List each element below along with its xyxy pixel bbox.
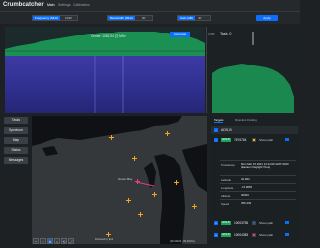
center-frequency-label: Center: 1082.94 [?] MHz [91,34,126,38]
latitude-value: 42.994 [241,176,250,181]
task-plot [208,27,296,113]
rotate-button[interactable]: ⟲ [61,238,67,244]
gain-field[interactable]: Gain (dB) 40 [177,15,211,21]
nav-main[interactable]: Main [47,3,55,7]
longitude-value: -74.9656 [241,184,253,189]
zoom-in-button[interactable]: + [33,238,39,244]
adsb-badge: ADS-B [221,220,231,225]
waterfall-display [5,56,205,113]
collapse-icon[interactable]: − [214,137,218,142]
place-label: Green Bay [118,177,133,181]
path-color-swatch[interactable] [252,232,256,237]
show-path-checkbox[interactable] [285,137,289,142]
plane-icon[interactable] [165,131,170,136]
plane-icon[interactable] [109,135,114,140]
latitude-label: Latitude [221,178,231,182]
detail-row: Speed 356.439 [220,199,296,207]
aircraft-hex: 10004383 [234,232,249,237]
show-path-label: Show path [259,137,274,142]
lake-superior [32,116,182,146]
bandwidth-value[interactable]: 90 [142,16,145,20]
locate-button[interactable]: ⊕ [47,238,53,244]
selected-plane-icon[interactable] [135,179,140,184]
fullscreen-button[interactable]: ⤢ [68,238,74,244]
speed-label: Speed [221,202,230,206]
detail-row: Altitude 30000 [220,191,296,199]
detail-row: Latitude 42.994 [220,175,296,183]
expand-icon[interactable]: + [214,232,218,237]
task-title: Task: 0 [220,32,232,36]
tab-direction-finding[interactable]: Direction Finding [235,117,257,123]
detail-row: Timestamp Mon Mar 15 2021 14:14:09 GMT-0… [220,160,296,175]
altitude-label: Altitude [221,194,231,198]
messages-button[interactable]: Messages [4,157,28,164]
lake-michigan [154,154,185,244]
tasks-button[interactable]: Tasks [4,117,28,124]
radio-controls: Frequency (MHz) 1090 Bandwidth (MHz) 90 … [0,12,300,24]
adsb-badge: ADS-B [221,232,231,237]
plane-icon[interactable] [138,212,143,217]
gain-label: Gain (dB) [178,16,195,20]
plane-icon[interactable] [132,156,137,161]
plane-icon[interactable] [192,204,197,209]
plane-icon[interactable] [152,192,157,197]
expand-icon[interactable]: + [214,220,218,225]
small-lake-west [42,146,58,156]
map-button[interactable]: Map [4,137,28,144]
show-path-checkbox[interactable] [285,232,289,237]
timestamp-value: Mon Mar 15 2021 14:14:09 GMT-0400 (Easte… [241,161,289,169]
plane-icon[interactable] [126,198,131,203]
map-coordinates: (29.34118, -89.40231) [170,240,195,243]
spectrum-button[interactable]: Spectrum [4,127,28,134]
longitude-label: Longitude [221,186,234,190]
zoom-out-button[interactable]: − [40,238,46,244]
aircraft-row[interactable]: + ADS-B 10003755 Show path [211,219,298,226]
adsb-badge: ADS-B [221,137,231,142]
status-button[interactable]: Status [4,147,28,154]
apply-button[interactable]: Apply [256,15,278,21]
nav-calibration[interactable]: Calibration [73,3,90,7]
gain-value[interactable]: 40 [198,16,201,20]
altitude-value: 30000 [241,192,249,197]
detail-row: Longitude -74.9656 [220,183,296,191]
path-color-swatch[interactable] [252,220,256,225]
aircraft-row[interactable]: + ADS-B 10004383 Show path [211,231,298,238]
map-view[interactable]: Green Bay [32,116,207,244]
bandwidth-label: Bandwidth (MHz) [108,16,136,20]
aircraft-hex: 10003755 [234,220,249,225]
tab-targets[interactable]: Targets [214,117,224,123]
path-color-swatch[interactable] [252,137,256,142]
aircraft-row[interactable]: − ADS-B 7676764 Show path [211,136,298,143]
app-title: Crumbcatcher [3,2,44,8]
show-path-checkbox[interactable] [285,220,289,225]
task-trace [212,64,294,113]
bandwidth-field[interactable]: Bandwidth (MHz) 90 [107,15,153,21]
task-side-label: 0.095 [208,33,215,36]
nav-settings[interactable]: Settings [58,3,71,7]
frequency-value[interactable]: 1090 [65,16,72,20]
frequency-label: Frequency (MHz) [33,16,61,20]
top-bar: Crumbcatcher Main Settings Calibration [0,0,300,12]
autoscale-button[interactable]: Autoscale [170,32,190,37]
panel-divider[interactable] [206,27,207,113]
timestamp-label: Timestamp [221,163,235,167]
show-path-label: Show path [259,232,274,237]
speed-value: 356.439 [241,200,252,205]
plane-icon[interactable] [106,232,111,237]
collapse-icon[interactable]: − [214,127,218,132]
show-path-label: Show path [259,220,274,225]
aircraft-hex: 7676764 [234,137,247,142]
adsb-group-title: ADS-B [221,127,232,132]
lake-huron [182,144,207,192]
frequency-field[interactable]: Frequency (MHz) 1090 [32,15,78,21]
map-attribution: Powered by Esri [95,238,114,241]
home-button[interactable]: ⌂ [54,238,60,244]
